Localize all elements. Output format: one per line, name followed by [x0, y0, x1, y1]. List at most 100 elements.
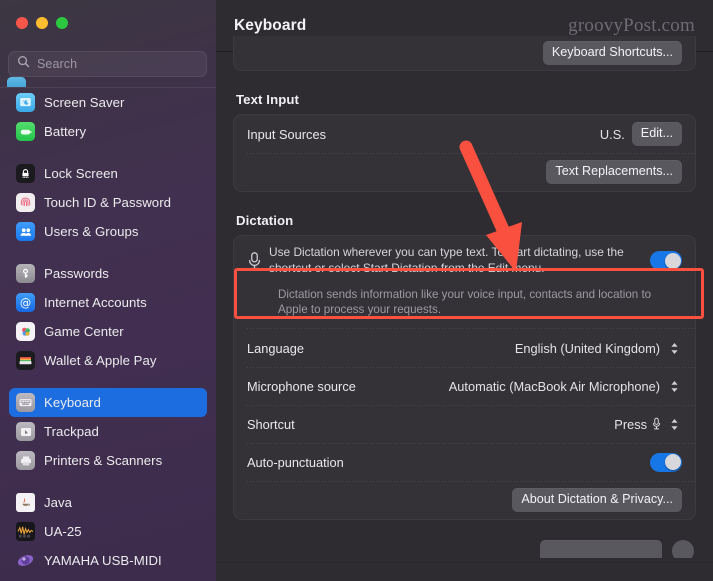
- dictation-shortcut-row[interactable]: Shortcut Press: [234, 405, 695, 443]
- text-replacements-button[interactable]: Text Replacements...: [546, 160, 682, 184]
- input-sources-value: U.S.: [599, 126, 625, 142]
- trackpad-icon: [16, 422, 35, 441]
- sidebar-group-5: Java UA-25 YAMAHA USB-MIDI: [0, 488, 216, 575]
- sidebar-item-label: YAMAHA USB-MIDI: [44, 552, 162, 568]
- settings-content: Keyboard Shortcuts... Text Input Input S…: [216, 36, 713, 565]
- shortcut-microphone-icon: [651, 417, 662, 431]
- sidebar-item-label: Internet Accounts: [44, 294, 147, 310]
- language-label: Language: [247, 340, 304, 356]
- sidebar-nav: Screen Saver Battery Lock Screen Touch I…: [0, 88, 216, 575]
- sidebar-group-3: Passwords @ Internet Accounts Game Cente…: [0, 259, 216, 375]
- edit-input-sources-button[interactable]: Edit...: [631, 122, 682, 146]
- search-input[interactable]: Search: [37, 57, 77, 71]
- toggle-knob: [664, 454, 681, 471]
- microphone-icon: [239, 251, 269, 271]
- microphone-source-value: Automatic (MacBook Air Microphone): [448, 378, 660, 394]
- shortcut-label: Shortcut: [247, 416, 295, 432]
- sidebar-divider: [0, 375, 216, 388]
- system-settings-window: Search Screen Saver Battery Lock Screen …: [0, 0, 713, 581]
- wallpaper-icon: [7, 77, 26, 87]
- main-pane: Keyboard groovyPost.com Keyboard Shortcu…: [216, 0, 713, 581]
- text-input-card: Input Sources U.S. Edit... Text Replacem…: [233, 114, 696, 192]
- dictation-toggle[interactable]: [650, 251, 682, 271]
- yamaha-icon: [16, 551, 35, 570]
- sidebar-item-trackpad[interactable]: Trackpad: [9, 417, 207, 446]
- sidebar-item-battery[interactable]: Battery: [9, 117, 207, 146]
- sidebar-item-lock-screen[interactable]: Lock Screen: [9, 159, 207, 188]
- text-replacements-row: Text Replacements...: [234, 153, 695, 191]
- sidebar-item-label: Users & Groups: [44, 223, 139, 239]
- chevron-updown-icon[interactable]: [667, 414, 682, 434]
- dictation-language-row[interactable]: Language English (United Kingdom): [234, 329, 695, 367]
- sidebar-item-label: Trackpad: [44, 423, 99, 439]
- sidebar-item-label: Printers & Scanners: [44, 452, 163, 468]
- auto-punctuation-toggle[interactable]: [650, 452, 682, 472]
- watermark: groovyPost.com: [568, 14, 695, 36]
- sidebar-item-users-groups[interactable]: Users & Groups: [9, 217, 207, 246]
- sidebar-item-yamaha-usb-midi[interactable]: YAMAHA USB-MIDI: [9, 546, 207, 575]
- about-dictation-privacy-button[interactable]: About Dictation & Privacy...: [512, 488, 682, 513]
- sidebar-divider: [0, 246, 216, 259]
- sidebar-item-label: Java: [44, 494, 73, 510]
- sidebar-divider: [0, 146, 216, 159]
- sidebar-item-java[interactable]: Java: [9, 488, 207, 517]
- minimize-button[interactable]: [36, 17, 48, 29]
- sidebar-divider: [0, 475, 216, 488]
- sidebar-item-label: Game Center: [44, 323, 124, 339]
- sidebar-clipped-item: [0, 72, 216, 87]
- svg-text:@: @: [20, 296, 31, 309]
- set-up-keyboard-button[interactable]: [540, 540, 662, 559]
- sidebar-item-label: Keyboard: [44, 394, 101, 410]
- touch-id-icon: [16, 193, 35, 212]
- dictation-card: Use Dictation wherever you can type text…: [233, 235, 696, 521]
- bottom-button-strip: [233, 532, 696, 559]
- users-groups-icon: [16, 222, 35, 241]
- input-sources-row[interactable]: Input Sources U.S. Edit...: [234, 115, 695, 153]
- lock-screen-icon: [16, 164, 35, 183]
- sidebar-item-screen-saver[interactable]: Screen Saver: [9, 88, 207, 117]
- chevron-updown-icon[interactable]: [667, 376, 682, 396]
- java-icon: [16, 493, 35, 512]
- keyboard-shortcuts-button[interactable]: Keyboard Shortcuts...: [542, 41, 682, 65]
- toggle-knob: [664, 252, 681, 269]
- printers-icon: [16, 451, 35, 470]
- sidebar-item-touch-id[interactable]: Touch ID & Password: [9, 188, 207, 217]
- dictation-auto-punctuation-row[interactable]: Auto-punctuation: [234, 443, 695, 481]
- sidebar-item-label: Passwords: [44, 265, 109, 281]
- sidebar-item-label: Battery: [44, 123, 87, 139]
- microphone-source-label: Microphone source: [247, 378, 356, 394]
- page-title: Keyboard: [234, 16, 307, 34]
- window-bottom-edge: [216, 562, 713, 581]
- chevron-updown-icon[interactable]: [667, 338, 682, 358]
- game-center-icon: [16, 322, 35, 341]
- sidebar-item-keyboard[interactable]: Keyboard: [9, 388, 207, 417]
- keyboard-shortcuts-card: Keyboard Shortcuts...: [233, 36, 696, 71]
- sidebar-item-label: UA-25: [44, 523, 82, 539]
- dictation-description: Use Dictation wherever you can type text…: [269, 245, 624, 275]
- sidebar-item-game-center[interactable]: Game Center: [9, 317, 207, 346]
- sidebar-item-label: Lock Screen: [44, 165, 118, 181]
- sidebar-item-ua-25[interactable]: UA-25: [9, 517, 207, 546]
- sidebar-item-wallet-apple-pay[interactable]: Wallet & Apple Pay: [9, 346, 207, 375]
- internet-accounts-icon: @: [16, 293, 35, 312]
- language-value: English (United Kingdom): [514, 340, 660, 356]
- sidebar-item-printers-scanners[interactable]: Printers & Scanners: [9, 446, 207, 475]
- search-icon: [17, 55, 30, 73]
- dictation-microphone-source-row[interactable]: Microphone source Automatic (MacBook Air…: [234, 367, 695, 405]
- input-sources-label: Input Sources: [247, 126, 326, 142]
- sidebar-item-passwords[interactable]: Passwords: [9, 259, 207, 288]
- help-button[interactable]: [672, 540, 694, 559]
- screen-saver-icon: [16, 93, 35, 112]
- sidebar-item-label: Touch ID & Password: [44, 194, 172, 210]
- dictation-enable-row[interactable]: Use Dictation wherever you can type text…: [234, 236, 695, 286]
- zoom-button[interactable]: [56, 17, 68, 29]
- sidebar-group-4: Keyboard Trackpad Printers & Scanners: [0, 388, 216, 475]
- sidebar-item-internet-accounts[interactable]: @ Internet Accounts: [9, 288, 207, 317]
- sidebar-group-2: Lock Screen Touch ID & Password Users & …: [0, 159, 216, 246]
- wallet-icon: [16, 351, 35, 370]
- about-dictation-row: About Dictation & Privacy...: [234, 481, 695, 519]
- sidebar-item-label: Wallet & Apple Pay: [44, 352, 157, 368]
- auto-punctuation-label: Auto-punctuation: [247, 454, 344, 470]
- close-button[interactable]: [16, 17, 28, 29]
- window-traffic-lights[interactable]: [16, 17, 68, 29]
